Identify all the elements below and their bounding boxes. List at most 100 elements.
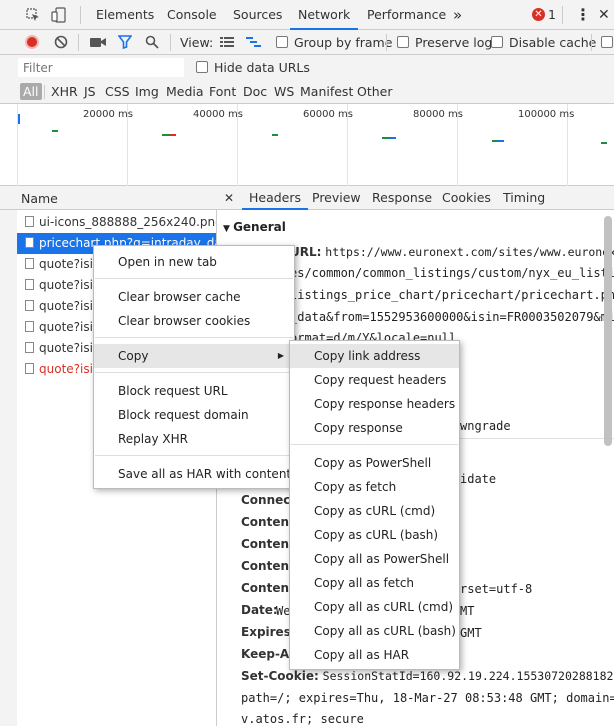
- name-column-header[interactable]: Name: [0, 186, 216, 210]
- tab-console[interactable]: Console: [167, 0, 217, 30]
- menu-item-copy-response-headers[interactable]: Copy response headers: [290, 392, 459, 416]
- network-overview[interactable]: 20000 ms 40000 ms 60000 ms 80000 ms 1000…: [0, 104, 614, 186]
- type-filter-img[interactable]: Img: [135, 84, 159, 99]
- device-toolbar-icon[interactable]: [51, 7, 67, 23]
- tab-timing[interactable]: Timing: [503, 186, 545, 210]
- type-filter-media[interactable]: Media: [166, 84, 204, 99]
- group-by-frame-label[interactable]: Group by frame: [294, 35, 392, 50]
- menu-item-copy-all-as-har[interactable]: Copy all as HAR: [290, 643, 459, 667]
- menu-item-copy-all-as-fetch[interactable]: Copy all as fetch: [290, 571, 459, 595]
- hide-data-urls-checkbox[interactable]: [196, 61, 208, 73]
- url-line: _data&from=1552953600000&isin=FR00035020…: [290, 310, 614, 324]
- request-row[interactable]: ui-icons_888888_256x240.png: [17, 212, 216, 233]
- request-name: quote?isin: [39, 257, 101, 271]
- devtools-menu-icon[interactable]: ⋮: [575, 0, 591, 30]
- request-url-row: URL: https://www.euronext.com/sites/www.…: [290, 245, 614, 259]
- more-tabs-button[interactable]: »: [453, 0, 462, 30]
- tab-response[interactable]: Response: [372, 186, 432, 210]
- view-label: View:: [180, 35, 214, 50]
- clear-icon[interactable]: [54, 35, 68, 49]
- menu-item-copy-as-fetch[interactable]: Copy as fetch: [290, 475, 459, 499]
- header-key: Expires:: [241, 625, 296, 639]
- tab-headers[interactable]: Headers: [242, 186, 309, 210]
- menu-item-clear-browser-cache[interactable]: Clear browser cache: [94, 285, 294, 309]
- search-icon[interactable]: [145, 35, 159, 49]
- url-line: listings_price_chart/pricechart/pricecha…: [290, 288, 614, 302]
- menu-item-copy[interactable]: Copy ▶: [94, 344, 294, 368]
- menu-item-open-in-new-tab[interactable]: Open in new tab: [94, 250, 294, 274]
- preserve-log-checkbox[interactable]: [397, 36, 409, 48]
- overview-bar: [601, 142, 607, 144]
- header-key: Connect: [241, 493, 297, 507]
- type-filter-doc[interactable]: Doc: [243, 84, 267, 99]
- menu-item-copy-response[interactable]: Copy response: [290, 416, 459, 440]
- menu-item-copy-as-curl-cmd[interactable]: Copy as cURL (cmd): [290, 499, 459, 523]
- tab-cookies[interactable]: Cookies: [442, 186, 491, 210]
- menu-item-clear-browser-cookies[interactable]: Clear browser cookies: [94, 309, 294, 333]
- menu-item-block-request-url[interactable]: Block request URL: [94, 379, 294, 403]
- filter-funnel-icon[interactable]: [117, 35, 133, 50]
- hide-data-urls-label[interactable]: Hide data URLs: [214, 60, 310, 75]
- overview-tick-label: 80000 ms: [413, 109, 463, 120]
- error-count[interactable]: 1: [548, 0, 556, 30]
- file-icon: [25, 342, 34, 353]
- close-details-icon[interactable]: ✕: [224, 186, 234, 210]
- group-by-frame-checkbox[interactable]: [276, 36, 288, 48]
- file-icon: [25, 216, 34, 227]
- tab-network[interactable]: Network: [290, 0, 359, 30]
- screenshot-camera-icon[interactable]: [90, 36, 106, 48]
- copy-submenu: Copy link address Copy request headers C…: [289, 340, 460, 670]
- disable-cache-checkbox[interactable]: [491, 36, 503, 48]
- overview-tick-label: 60000 ms: [303, 109, 353, 120]
- menu-item-save-all-as-har[interactable]: Save all as HAR with content: [94, 462, 294, 486]
- request-name: quote?isin: [39, 278, 101, 292]
- tab-sources[interactable]: Sources: [233, 0, 282, 30]
- type-filter-all[interactable]: All: [20, 83, 42, 100]
- header-key: Date:: [241, 603, 278, 617]
- large-rows-icon[interactable]: [220, 36, 234, 48]
- type-filter-css[interactable]: CSS: [105, 84, 130, 99]
- network-toolbar: View: Group by frame Preserve log Disabl…: [0, 30, 614, 55]
- type-filter-manifest[interactable]: Manifest: [300, 84, 353, 99]
- left-gutter: [0, 210, 17, 726]
- inspect-element-icon[interactable]: [26, 8, 40, 22]
- filter-input[interactable]: [18, 58, 184, 77]
- request-name: quote?isin: [39, 320, 101, 334]
- offline-checkbox[interactable]: [601, 36, 613, 48]
- type-filter-js[interactable]: JS: [84, 84, 96, 99]
- type-filter-xhr[interactable]: XHR: [51, 84, 78, 99]
- preserve-log-label[interactable]: Preserve log: [415, 35, 492, 50]
- cookie-line: v.atos.fr; secure: [241, 712, 364, 726]
- request-name: quote?isin: [39, 362, 101, 376]
- general-section-toggle[interactable]: ▼ General: [223, 220, 286, 234]
- type-filter-ws[interactable]: WS: [274, 84, 294, 99]
- menu-item-copy-request-headers[interactable]: Copy request headers: [290, 368, 459, 392]
- file-icon: [25, 237, 34, 248]
- url-line: es/common/common_listings/custom/nyx_eu_…: [290, 266, 614, 280]
- disable-cache-label[interactable]: Disable cache: [509, 35, 596, 50]
- overview-tick-label: 20000 ms: [83, 109, 133, 120]
- file-icon: [25, 363, 34, 374]
- overview-bar: [272, 134, 278, 136]
- header-value: rset=utf-8: [460, 582, 533, 596]
- tab-preview[interactable]: Preview: [312, 186, 361, 210]
- menu-item-copy-link-address[interactable]: Copy link address: [290, 344, 459, 368]
- details-scrollbar[interactable]: [604, 216, 612, 446]
- overview-bar: [170, 134, 176, 136]
- menu-item-copy-as-curl-bash[interactable]: Copy as cURL (bash): [290, 523, 459, 547]
- tab-performance[interactable]: Performance: [367, 0, 446, 30]
- type-filter-other[interactable]: Other: [357, 84, 393, 99]
- tab-elements[interactable]: Elements: [96, 0, 154, 30]
- record-button[interactable]: [25, 35, 39, 49]
- menu-item-copy-all-as-powershell[interactable]: Copy all as PowerShell: [290, 547, 459, 571]
- cookie-line: path=/; expires=Thu, 18-Mar-27 08:53:48 …: [241, 691, 614, 705]
- close-devtools-icon[interactable]: ✕: [598, 0, 610, 30]
- waterfall-overview-icon[interactable]: [246, 36, 262, 48]
- menu-item-copy-as-powershell[interactable]: Copy as PowerShell: [290, 451, 459, 475]
- menu-item-block-request-domain[interactable]: Block request domain: [94, 403, 294, 427]
- menu-item-replay-xhr[interactable]: Replay XHR: [94, 427, 294, 451]
- menu-item-copy-all-as-curl-cmd[interactable]: Copy all as cURL (cmd): [290, 595, 459, 619]
- menu-item-copy-all-as-curl-bash[interactable]: Copy all as cURL (bash): [290, 619, 459, 643]
- error-icon[interactable]: ✕: [532, 8, 545, 21]
- type-filter-font[interactable]: Font: [209, 84, 236, 99]
